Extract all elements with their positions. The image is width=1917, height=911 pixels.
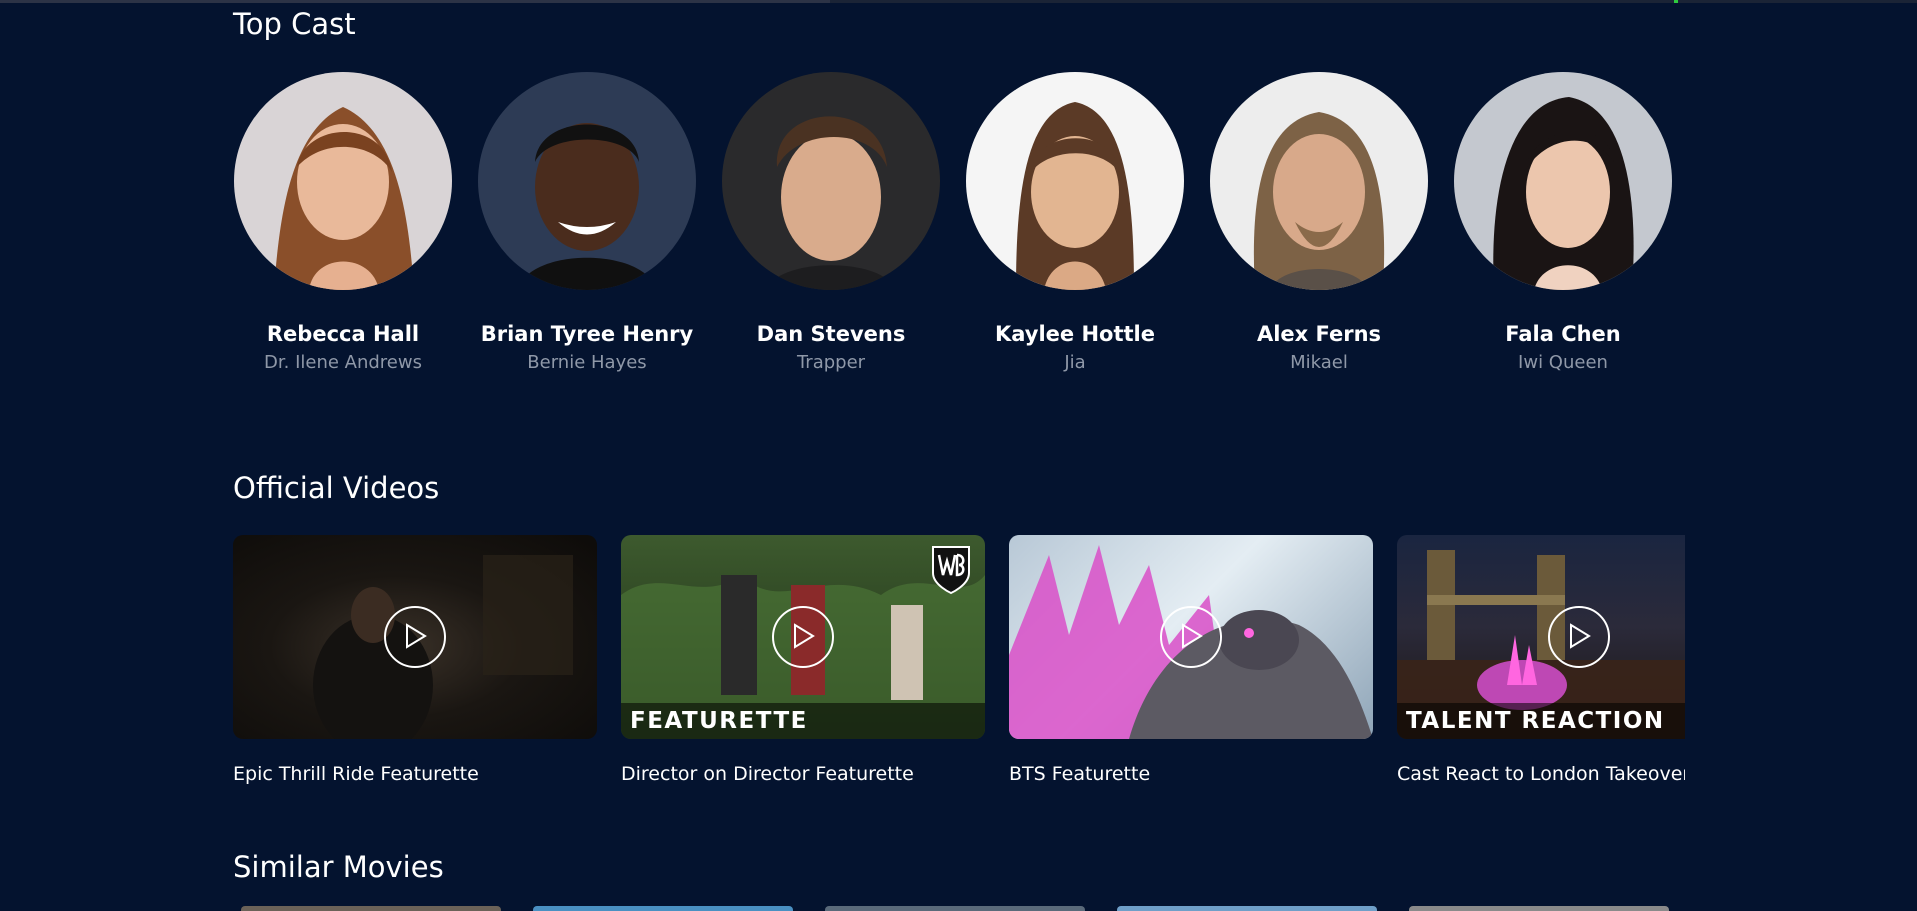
play-icon [1182,623,1203,649]
cast-card[interactable]: Fala Chen Iwi Queen [1453,72,1673,373]
play-button[interactable] [1160,606,1222,668]
cast-role: Mikael [1290,352,1348,373]
cast-photo [234,72,452,290]
cast-role: Trapper [796,352,866,373]
play-icon [794,623,815,649]
cast-photo [722,72,940,290]
cast-card[interactable]: Dan Stevens Trapper [721,72,941,373]
cast-card[interactable]: Alex Ferns Mikael [1209,72,1429,373]
cast-name: Alex Ferns [1256,322,1382,346]
similar-movie-poster[interactable] [825,906,1085,911]
similar-movie-poster[interactable] [1409,906,1669,911]
play-icon [1570,623,1591,649]
videos-carousel[interactable]: Epic Thrill Ride Featurette FEATURETTE D… [233,535,1685,795]
video-title[interactable]: Cast React to London Takeover [1397,763,1685,785]
video-thumbnail[interactable] [233,535,597,739]
video-title[interactable]: Epic Thrill Ride Featurette [233,763,597,785]
cast-card[interactable]: Brian Tyree Henry Bernie Hayes [477,72,697,373]
cast-name: Brian Tyree Henry [480,322,694,346]
play-button[interactable] [1548,606,1610,668]
cast-role: Dr. Ilene Andrews [264,352,422,373]
video-banner-text: TALENT REACTION [1406,708,1665,734]
cast-card[interactable]: Rebecca Hall Dr. Ilene Andrews [233,72,453,373]
cast-photo [478,72,696,290]
similar-movie-poster[interactable] [241,906,501,911]
cast-name: Kaylee Hottle [994,322,1155,346]
video-title[interactable]: Director on Director Featurette [621,763,985,785]
top-progress-bar [0,0,1917,3]
cast-name: Dan Stevens [756,322,906,346]
cast-role: Bernie Hayes [527,352,647,373]
cast-card[interactable]: Kaylee Hottle Jia [965,72,1185,373]
video-thumbnail[interactable]: FEATURETTE [621,535,985,739]
cast-photo [1454,72,1672,290]
wb-logo-icon [932,546,970,595]
similar-movie-poster[interactable] [533,906,793,911]
video-card[interactable]: Epic Thrill Ride Featurette [233,535,597,785]
similar-movie-poster[interactable] [1117,906,1377,911]
play-icon [406,623,427,649]
similar-movies-heading: Similar Movies [233,850,444,884]
play-button[interactable] [384,606,446,668]
video-card[interactable]: FEATURETTE Director on Director Featuret… [621,535,985,785]
top-cast-heading: Top Cast [233,7,356,41]
video-card[interactable]: TALENT REACTION Cast React to London Tak… [1397,535,1685,785]
cast-role: Jia [1064,352,1086,373]
cast-role: Iwi Queen [1518,352,1608,373]
video-card[interactable]: BTS Featurette [1009,535,1373,785]
cast-photo [1210,72,1428,290]
video-title[interactable]: BTS Featurette [1009,763,1373,785]
video-thumbnail[interactable] [1009,535,1373,739]
video-thumbnail[interactable]: TALENT REACTION [1397,535,1685,739]
cast-name: Rebecca Hall [266,322,420,346]
cast-list: Rebecca Hall Dr. Ilene Andrews Brian Tyr… [233,72,1685,392]
video-banner-text: FEATURETTE [630,708,808,734]
cast-photo [966,72,1184,290]
cast-name: Fala Chen [1505,322,1621,346]
official-videos-heading: Official Videos [233,471,440,505]
similar-movies-carousel[interactable] [233,906,1685,911]
play-button[interactable] [772,606,834,668]
